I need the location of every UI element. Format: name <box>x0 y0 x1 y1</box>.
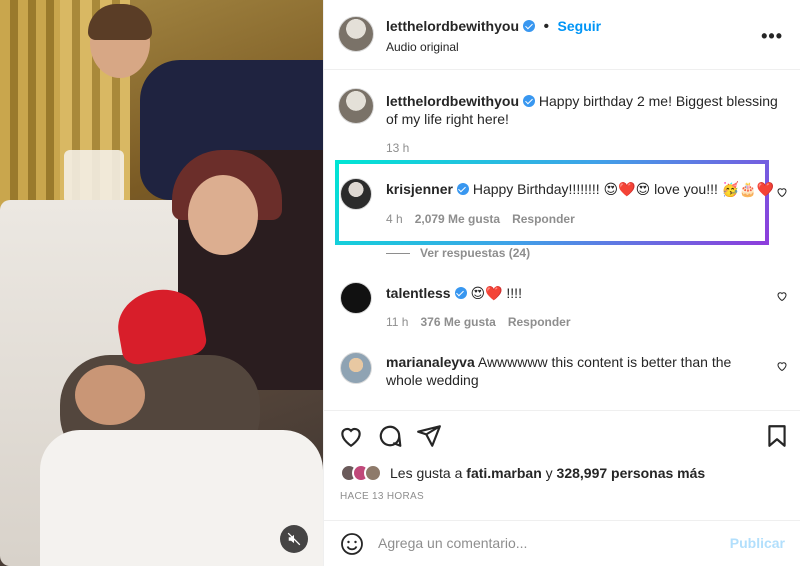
caption-username[interactable]: letthelordbewithyou <box>386 93 519 109</box>
comment-text: Happy Birthday!!!!!!!! 😍❤️😍 love you!!! … <box>472 181 775 197</box>
caption-author-avatar[interactable] <box>338 88 374 124</box>
verified-badge-icon <box>456 183 469 195</box>
view-replies-link[interactable]: Ver respuestas (24) <box>386 246 530 260</box>
comment-time[interactable]: 4 h <box>386 212 403 226</box>
comment-highlight-frame <box>335 160 769 245</box>
post-header: letthelordbewithyou • Seguir Audio origi… <box>324 0 800 70</box>
comment-bubble-icon[interactable] <box>377 423 403 449</box>
instagram-post-window: letthelordbewithyou • Seguir Audio origi… <box>0 0 800 566</box>
commenter-avatar[interactable] <box>340 282 372 314</box>
emoji-picker-icon[interactable] <box>340 532 364 556</box>
add-comment-bar: Agrega un comentario... Publicar <box>324 520 800 566</box>
caption-time[interactable]: 13 h <box>386 141 409 155</box>
save-bookmark-icon[interactable] <box>764 423 790 449</box>
video-scene-child-hair <box>88 4 152 40</box>
author-username[interactable]: letthelordbewithyou <box>386 18 519 34</box>
author-avatar[interactable] <box>338 16 374 52</box>
share-send-icon[interactable] <box>416 423 442 449</box>
publish-button[interactable]: Publicar <box>730 535 785 551</box>
commenter-username[interactable]: talentless <box>386 285 451 301</box>
comment-text: 😍❤️ !!!! <box>470 285 522 301</box>
commenter-avatar[interactable] <box>340 352 372 384</box>
comment-like-heart-icon[interactable] <box>776 360 788 372</box>
liker-avatar[interactable] <box>364 464 382 482</box>
likes-summary: Les gusta a fati.marban y 328,997 person… <box>340 464 705 482</box>
video-scene-sheet <box>40 430 323 566</box>
likes-count[interactable]: 328,997 personas más <box>557 465 706 481</box>
speaker-muted-icon <box>287 532 301 546</box>
post-side-panel: letthelordbewithyou • Seguir Audio origi… <box>323 0 800 566</box>
reply-button[interactable]: Responder <box>508 315 571 329</box>
follow-button[interactable]: Seguir <box>558 18 602 34</box>
comment-like-heart-icon[interactable] <box>776 186 788 198</box>
verified-badge-icon <box>523 20 535 32</box>
post-video[interactable] <box>0 0 323 566</box>
likes-text[interactable]: Les gusta a fati.marban y 328,997 person… <box>390 465 705 481</box>
commenter-username[interactable]: krisjenner <box>386 181 453 197</box>
comment-like-heart-icon[interactable] <box>776 290 788 302</box>
comment-like-count[interactable]: 376 Me gusta <box>420 315 495 329</box>
video-scene-woman-face <box>188 175 258 255</box>
likes-conjunction: y <box>541 465 557 481</box>
like-heart-icon[interactable] <box>338 423 364 449</box>
verified-badge-icon <box>523 95 535 107</box>
comment-like-count[interactable]: 2,079 Me gusta <box>415 212 500 226</box>
comment-input[interactable]: Agrega un comentario... <box>378 535 527 551</box>
audio-label[interactable]: Audio original <box>386 40 459 54</box>
likes-prefix: Les gusta a <box>390 465 467 481</box>
commenter-username[interactable]: marianaleyva <box>386 354 475 370</box>
more-options-icon[interactable]: ••• <box>761 26 783 47</box>
verified-badge-icon <box>454 287 467 299</box>
post-timestamp[interactable]: HACE 13 HORAS <box>340 491 424 502</box>
header-separator: • <box>543 18 550 35</box>
replies-divider <box>386 253 410 255</box>
comment-time[interactable]: 11 h <box>386 315 408 329</box>
post-actions: Les gusta a fati.marban y 328,997 person… <box>324 410 800 520</box>
liker-username[interactable]: fati.marban <box>466 465 541 481</box>
commenter-avatar[interactable] <box>340 178 372 210</box>
view-replies-text: Ver respuestas (24) <box>420 246 531 260</box>
mute-toggle-button[interactable] <box>280 525 308 553</box>
video-scene-man-face <box>75 365 145 425</box>
reply-button[interactable]: Responder <box>512 212 575 226</box>
